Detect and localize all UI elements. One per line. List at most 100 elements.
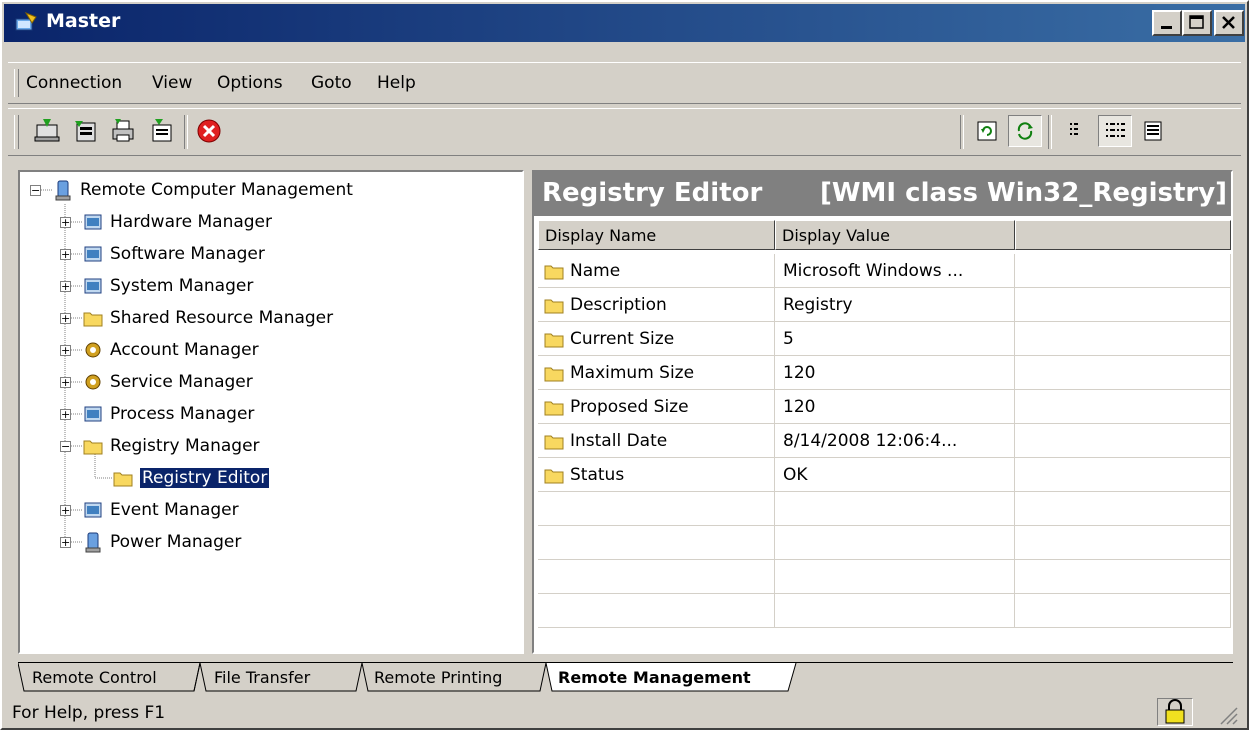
folder-icon: [544, 469, 564, 483]
lock-icon: [1165, 699, 1185, 724]
property-name: Description: [570, 294, 667, 315]
tree-item-software-manager[interactable]: Software Manager: [82, 240, 265, 268]
folder-icon: [544, 299, 564, 313]
table-row[interactable]: Current Size 5: [538, 322, 1231, 356]
close-icon: [1222, 16, 1235, 29]
tree-item-hardware-manager[interactable]: Hardware Manager: [82, 208, 272, 236]
expander-plus-icon[interactable]: +: [60, 537, 71, 548]
title-bar[interactable]: Master: [4, 4, 1245, 42]
expander-minus-icon[interactable]: −: [30, 185, 41, 196]
expander-plus-icon[interactable]: +: [60, 345, 71, 356]
tab-remote-control[interactable]: Remote Control: [32, 663, 157, 691]
stop-button[interactable]: [192, 115, 226, 147]
cell-display-value: [775, 560, 1015, 593]
folder-icon: [544, 265, 564, 279]
lock-indicator: [1157, 698, 1193, 726]
connect-button[interactable]: [30, 115, 64, 147]
details-view-button[interactable]: [1098, 115, 1132, 147]
refresh-button[interactable]: [970, 115, 1004, 147]
tree-item-label: Software Manager: [110, 244, 265, 264]
cell-display-value: [775, 526, 1015, 559]
properties-button[interactable]: [144, 115, 178, 147]
print-button[interactable]: [106, 115, 140, 147]
expander-plus-icon[interactable]: +: [60, 313, 71, 324]
menu-connection[interactable]: Connection: [26, 73, 122, 93]
expander-plus-icon[interactable]: +: [60, 377, 71, 388]
expander-minus-icon[interactable]: −: [60, 441, 71, 452]
menu-view[interactable]: View: [152, 73, 192, 93]
expander-plus-icon[interactable]: +: [60, 505, 71, 516]
tree-item-root[interactable]: Remote Computer Management: [52, 176, 353, 204]
tree-item-label: Process Manager: [110, 404, 255, 424]
tree-item-label: Power Manager: [110, 532, 242, 552]
status-bar: For Help, press F1: [8, 698, 1243, 728]
size-grip-icon[interactable]: [1217, 704, 1239, 726]
property-name: Name: [570, 260, 621, 281]
computer-icon: [55, 180, 71, 201]
folder-icon: [544, 435, 564, 449]
cell-empty: [1015, 594, 1231, 627]
manager-icon: [84, 502, 102, 518]
cell-empty: [1015, 492, 1231, 525]
refresh-icon: [977, 121, 997, 141]
tree-item-registry-manager[interactable]: Registry Manager: [82, 432, 260, 460]
cell-display-name: [538, 560, 775, 593]
tab-remote-printing[interactable]: Remote Printing: [374, 663, 502, 691]
menubar-grip[interactable]: [14, 69, 19, 97]
manager-icon: [84, 246, 102, 262]
tree-item-process-manager[interactable]: Process Manager: [82, 400, 254, 428]
menu-bar: Connection View Options Goto Help: [8, 62, 1241, 104]
menu-goto[interactable]: Goto: [311, 73, 352, 93]
column-header-display-name[interactable]: Display Name: [538, 220, 775, 250]
table-row[interactable]: Maximum Size 120: [538, 356, 1231, 390]
property-value: Microsoft Windows ...: [783, 260, 964, 281]
cell-display-name: [538, 594, 775, 627]
menu-options[interactable]: Options: [217, 73, 283, 93]
maximize-button[interactable]: [1182, 10, 1212, 36]
table-row[interactable]: Description Registry: [538, 288, 1231, 322]
close-button[interactable]: [1214, 10, 1244, 36]
pane-splitter[interactable]: [524, 170, 532, 654]
expander-plus-icon[interactable]: +: [60, 281, 71, 292]
table-row[interactable]: Status OK: [538, 458, 1231, 492]
gear-icon: [85, 342, 101, 358]
expander-plus-icon[interactable]: +: [60, 249, 71, 260]
tab-file-transfer[interactable]: File Transfer: [214, 663, 310, 691]
cell-display-name: Proposed Size: [538, 390, 775, 423]
disconnect-button[interactable]: [68, 115, 102, 147]
auto-refresh-button[interactable]: [1008, 115, 1042, 147]
tree-item-label: Shared Resource Manager: [110, 308, 334, 328]
toolbar-separator: [184, 115, 188, 149]
tree-item-event-manager[interactable]: Event Manager: [82, 496, 239, 524]
tree-item-shared-resource-manager[interactable]: Shared Resource Manager: [82, 304, 333, 332]
cell-empty: [1015, 424, 1231, 457]
column-header-empty[interactable]: [1015, 220, 1231, 250]
expander-plus-icon[interactable]: +: [60, 409, 71, 420]
cell-empty: [1015, 390, 1231, 423]
tree-item-label: Service Manager: [110, 372, 253, 392]
table-row[interactable]: Name Microsoft Windows ...: [538, 254, 1231, 288]
app-icon: [15, 11, 37, 31]
tree-item-system-manager[interactable]: System Manager: [82, 272, 253, 300]
cell-empty: [1015, 560, 1231, 593]
column-header-display-value[interactable]: Display Value: [775, 220, 1015, 250]
tree-item-registry-editor[interactable]: Registry Editor: [112, 464, 271, 492]
menu-help[interactable]: Help: [377, 73, 416, 93]
cell-display-name: Install Date: [538, 424, 775, 457]
report-view-button[interactable]: [1136, 115, 1170, 147]
tree-item-service-manager[interactable]: Service Manager: [82, 368, 253, 396]
cell-display-name: Status: [538, 458, 775, 491]
tab-remote-management[interactable]: Remote Management: [558, 663, 751, 691]
property-value: 120: [783, 362, 816, 383]
table-row[interactable]: Install Date 8/14/2008 12:06:4...: [538, 424, 1231, 458]
tree-item-power-manager[interactable]: Power Manager: [82, 528, 241, 556]
expander-plus-icon[interactable]: +: [60, 217, 71, 228]
tree-item-account-manager[interactable]: Account Manager: [82, 336, 259, 364]
toolbar-grip[interactable]: [14, 115, 19, 149]
maximize-icon: [1189, 15, 1204, 29]
list-view-button[interactable]: [1058, 115, 1092, 147]
tree-pane[interactable]: − Remote Computer Management + Hardware Man…: [18, 170, 524, 654]
table-row[interactable]: Proposed Size 120: [538, 390, 1231, 424]
cell-display-value: 120: [775, 356, 1015, 389]
minimize-button[interactable]: [1152, 10, 1182, 36]
